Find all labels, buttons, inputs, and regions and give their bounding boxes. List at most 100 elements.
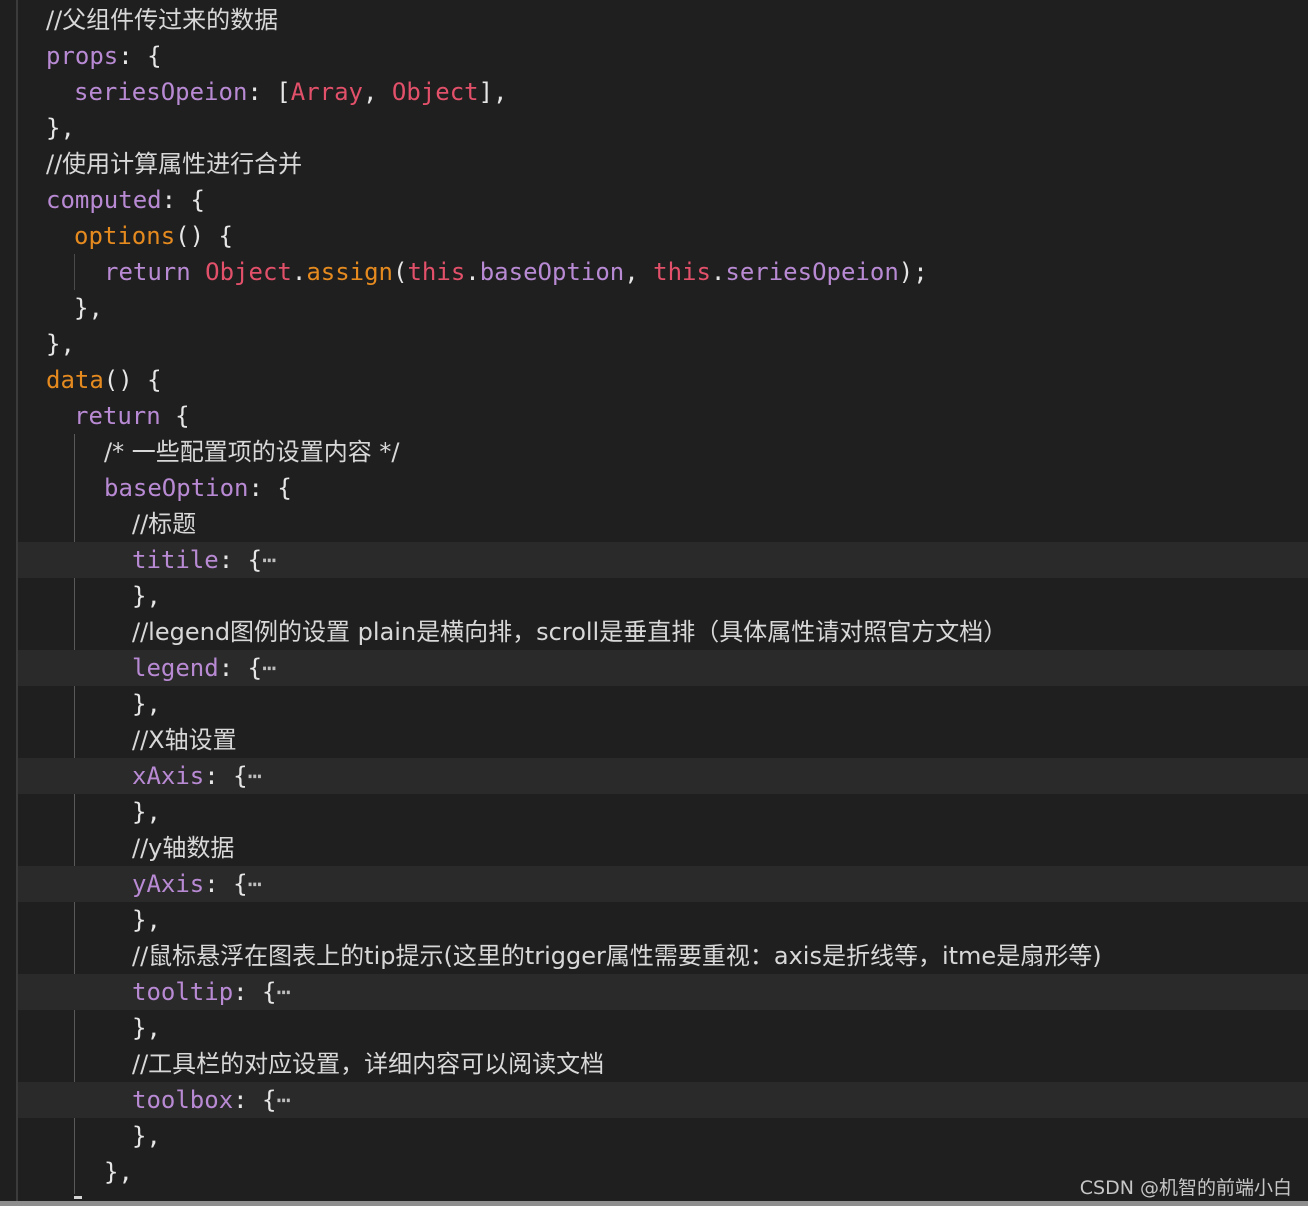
comment-text: //鼠标悬浮在图表上的tip提示(这里的trigger属性需要重视：axis是折… (132, 942, 1102, 970)
code-line: }, (18, 326, 1308, 362)
folded-code-line[interactable]: yAxis: {⋯ (18, 866, 1308, 902)
property-name: titile (132, 546, 219, 574)
comment-text: //使用计算属性进行合并 (46, 150, 303, 178)
property-name: seriesOpeion (725, 258, 899, 286)
code-line: //legend图例的设置 plain是横向排，scroll是垂直排（具体属性请… (18, 614, 1308, 650)
method-name: assign (306, 258, 394, 286)
punctuation: : { (248, 474, 292, 502)
fold-ellipsis-icon[interactable]: ⋯ (277, 1086, 292, 1114)
comment-text: //父组件传过来的数据 (46, 6, 279, 34)
object-name: Object (205, 258, 292, 286)
punctuation: }, (132, 690, 161, 718)
punctuation: }, (74, 294, 103, 322)
punctuation: : { (233, 978, 277, 1006)
punctuation: { (160, 402, 190, 430)
code-line: return { (18, 398, 1308, 434)
fold-ellipsis-icon[interactable]: ⋯ (248, 762, 263, 790)
code-line: //X轴设置 (18, 722, 1308, 758)
folded-code-line[interactable]: toolbox: {⋯ (18, 1082, 1308, 1118)
folded-code-line[interactable]: xAxis: {⋯ (18, 758, 1308, 794)
keyword: return (74, 402, 161, 430)
code-line: //标题 (18, 506, 1308, 542)
punctuation: . (710, 258, 726, 286)
fold-ellipsis-icon[interactable]: ⋯ (262, 546, 277, 574)
property-name: toolbox (132, 1086, 234, 1114)
partial-next-line (74, 1196, 82, 1199)
property-name: yAxis (132, 870, 205, 898)
type-name: Object (391, 78, 479, 106)
property-name: baseOption (479, 258, 625, 286)
code-line: }, (18, 686, 1308, 722)
property-name: computed (46, 186, 162, 214)
folded-code-line[interactable]: legend: {⋯ (18, 650, 1308, 686)
punctuation: }, (132, 798, 161, 826)
property-name: tooltip (132, 978, 234, 1006)
punctuation: , (363, 78, 392, 106)
code-line: //鼠标悬浮在图表上的tip提示(这里的trigger属性需要重视：axis是折… (18, 938, 1308, 974)
punctuation: : { (118, 42, 162, 70)
punctuation: }, (46, 114, 75, 142)
code-line: /* 一些配置项的设置内容 */ (18, 434, 1308, 470)
code-line: props: { (18, 38, 1308, 74)
code-line: }, (18, 110, 1308, 146)
punctuation: () { (103, 366, 162, 394)
property-name: baseOption (104, 474, 249, 502)
code-line: seriesOpeion: [Array, Object], (18, 74, 1308, 110)
code-line: }, (18, 1010, 1308, 1046)
punctuation: }, (132, 906, 161, 934)
punctuation: }, (132, 582, 161, 610)
code-line: }, (18, 1118, 1308, 1154)
function-name: options (74, 222, 176, 250)
code-line: //使用计算属性进行合并 (18, 146, 1308, 182)
property-name: seriesOpeion (74, 78, 248, 106)
bottom-border (0, 1201, 1308, 1206)
code-line: }, (18, 794, 1308, 830)
fold-ellipsis-icon[interactable]: ⋯ (248, 870, 263, 898)
code-line: }, (18, 902, 1308, 938)
comment-text: //X轴设置 (132, 726, 237, 754)
punctuation: . (465, 258, 480, 286)
type-name: Array (290, 78, 363, 106)
code-line: options() { (18, 218, 1308, 254)
code-line: baseOption: { (18, 470, 1308, 506)
code-line: }, (18, 578, 1308, 614)
code-line: //父组件传过来的数据 (18, 2, 1308, 38)
keyword: return (104, 258, 191, 286)
code-line: return Object.assign(this.baseOption, th… (18, 254, 1308, 290)
code-line: //y轴数据 (18, 830, 1308, 866)
code-line: data() { (18, 362, 1308, 398)
punctuation: . (291, 258, 307, 286)
folded-code-line[interactable]: tooltip: {⋯ (18, 974, 1308, 1010)
folded-code-line[interactable]: titile: {⋯ (18, 542, 1308, 578)
keyword: this (653, 258, 711, 286)
punctuation: : [ (247, 78, 291, 106)
punctuation: ], (478, 78, 508, 106)
watermark-text: CSDN @机智的前端小白 (1079, 1177, 1292, 1199)
property-name: legend (132, 654, 219, 682)
punctuation: : { (218, 546, 263, 574)
code-line: computed: { (18, 182, 1308, 218)
punctuation: }, (132, 1014, 161, 1042)
punctuation: : { (233, 1086, 277, 1114)
fold-ellipsis-icon[interactable]: ⋯ (277, 978, 292, 1006)
property-name: props (46, 42, 119, 70)
punctuation: : { (218, 654, 263, 682)
comment-text: //工具栏的对应设置，详细内容可以阅读文档 (132, 1050, 605, 1078)
function-name: data (46, 366, 104, 394)
punctuation: ); (898, 258, 928, 286)
punctuation: }, (132, 1122, 161, 1150)
punctuation: () { (175, 222, 233, 250)
comment-text: /* 一些配置项的设置内容 */ (104, 438, 400, 466)
punctuation: : { (161, 186, 205, 214)
punctuation: : { (204, 762, 248, 790)
comment-text: //y轴数据 (132, 834, 235, 862)
code-editor[interactable]: //父组件传过来的数据 props: { seriesOpeion: [Arra… (0, 0, 1308, 1206)
punctuation: }, (104, 1158, 133, 1186)
code-line: //工具栏的对应设置，详细内容可以阅读文档 (18, 1046, 1308, 1082)
fold-ellipsis-icon[interactable]: ⋯ (262, 654, 277, 682)
punctuation: ( (393, 258, 408, 286)
comment-text: //标题 (132, 510, 197, 538)
comment-text: //legend图例的设置 plain是横向排，scroll是垂直排（具体属性请… (132, 618, 1008, 646)
property-name: xAxis (132, 762, 205, 790)
punctuation: }, (46, 330, 75, 358)
